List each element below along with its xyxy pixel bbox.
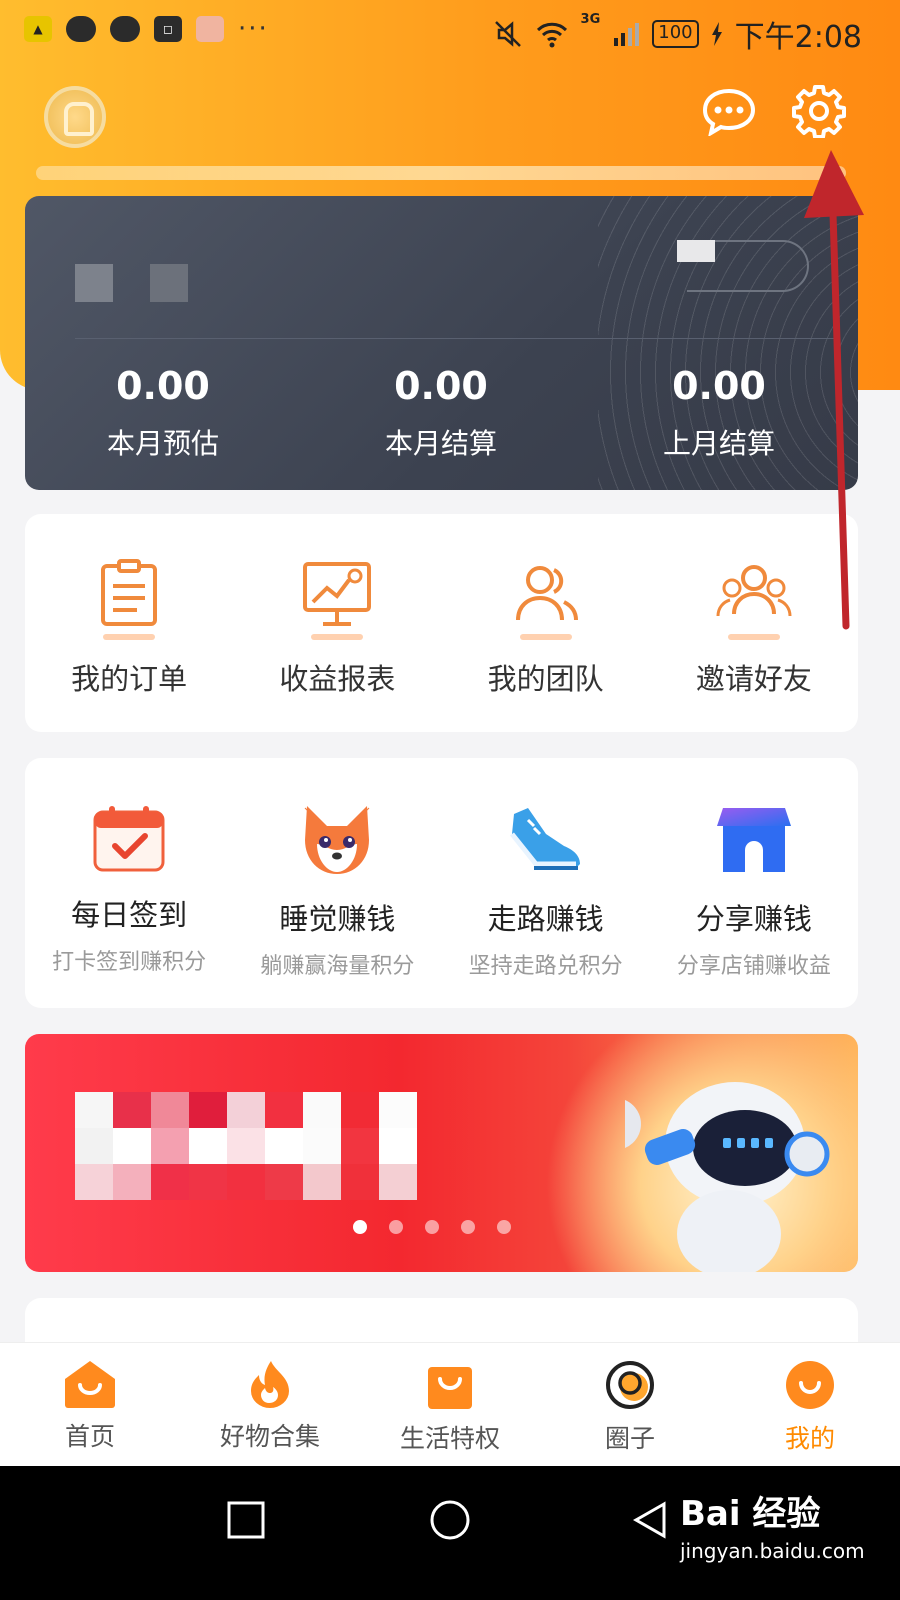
robot-mascot-image: [625, 1082, 830, 1272]
stat-monthly-estimate[interactable]: 0.00 本月预估: [63, 364, 263, 462]
pagination-dot[interactable]: [425, 1220, 439, 1234]
stat-value: 0.00: [116, 364, 210, 408]
shop-notification-icon: ◻: [154, 16, 182, 42]
blurred-banner-title: [75, 1092, 417, 1200]
stat-label: 本月预估: [106, 427, 219, 460]
bottom-tab-bar: 首页 好物合集 生活特权 圈子 我的: [0, 1342, 900, 1467]
more-notifications: ···: [238, 14, 269, 44]
earn-share[interactable]: 分享赚钱 分享店铺赚收益: [650, 758, 858, 1008]
home-icon[interactable]: [428, 1500, 472, 1544]
tab-collection[interactable]: 好物合集: [180, 1343, 360, 1467]
earn-walking[interactable]: 走路赚钱 坚持走路兑积分: [442, 758, 650, 1008]
stat-monthly-settled[interactable]: 0.00 本月结算: [341, 364, 541, 462]
tool-invite-friends[interactable]: 邀请好友: [650, 514, 858, 732]
earn-label: 走路赚钱: [487, 902, 604, 936]
pagination-dot[interactable]: [497, 1220, 511, 1234]
blurred-button-label: [677, 240, 715, 262]
tab-home[interactable]: 首页: [0, 1343, 180, 1467]
chat-notification-icon: [66, 16, 96, 42]
status-time: 下午2:08: [734, 20, 862, 55]
watermark-brand: Bai 经验: [680, 1494, 821, 1534]
earn-sleep[interactable]: 睡觉赚钱 躺赚赢海量积分: [233, 758, 441, 1008]
stat-last-month-settled[interactable]: 0.00 上月结算: [619, 364, 819, 462]
tool-label: 邀请好友: [695, 662, 812, 696]
stat-label: 上月结算: [662, 427, 775, 460]
shop-icon: [716, 808, 791, 872]
earn-daily-checkin[interactable]: 每日签到 打卡签到赚积分: [25, 758, 233, 1008]
earn-subtitle: 躺赚赢海量积分: [260, 954, 415, 979]
baidu-jingyan-watermark: Bai 经验 jingyan.baidu.com: [680, 1486, 865, 1563]
app-notification-icon: ▲: [24, 16, 52, 42]
header-divider: [36, 166, 846, 180]
status-bar: ▲ ◻ ··· 3G 100 下午2:08: [0, 0, 900, 62]
tab-life-privileges[interactable]: 生活特权: [360, 1343, 540, 1467]
banner-pagination: [353, 1220, 511, 1234]
signal-icon: [614, 23, 640, 46]
recent-apps-icon[interactable]: [226, 1500, 266, 1540]
earn-label: 分享赚钱: [695, 902, 812, 936]
pagination-dot[interactable]: [353, 1220, 367, 1234]
sneaker-icon: [509, 808, 580, 870]
pagination-dot[interactable]: [389, 1220, 403, 1234]
earn-subtitle: 坚持走路兑积分: [468, 954, 623, 979]
blurred-name: [75, 264, 113, 302]
order-list-icon: [101, 559, 158, 626]
gift-notification-icon: [196, 16, 224, 42]
flame-icon: [251, 1361, 289, 1408]
system-navigation-bar: Bai 经验 jingyan.baidu.com: [0, 1466, 900, 1600]
earn-subtitle: 打卡签到赚积分: [52, 950, 207, 975]
chat-bubble-icon[interactable]: [702, 88, 756, 136]
earn-label: 睡觉赚钱: [279, 902, 396, 936]
back-icon[interactable]: [630, 1500, 670, 1544]
tab-label: 好物合集: [219, 1422, 320, 1451]
user-avatar[interactable]: [44, 86, 106, 148]
stat-value: 0.00: [394, 364, 488, 408]
tool-my-team[interactable]: 我的团队: [442, 514, 650, 732]
profile-smile-icon: [786, 1361, 834, 1409]
gear-icon[interactable]: [792, 84, 846, 138]
team-icon: [515, 566, 578, 621]
battery-level: 100: [652, 20, 699, 48]
pagination-dot[interactable]: [461, 1220, 475, 1234]
tool-earnings-report[interactable]: 收益报表: [233, 514, 441, 732]
tab-mine[interactable]: 我的: [720, 1343, 900, 1467]
tab-circle[interactable]: 圈子: [540, 1343, 720, 1467]
circle-icon: [606, 1361, 654, 1409]
mute-icon: [494, 21, 521, 47]
earn-label: 每日签到: [71, 898, 188, 932]
tool-label: 我的订单: [71, 662, 188, 696]
tool-my-orders[interactable]: 我的订单: [25, 514, 233, 732]
charging-icon: [711, 22, 722, 46]
fox-icon: [305, 806, 370, 874]
tab-label: 我的: [784, 1424, 835, 1453]
tab-label: 首页: [64, 1422, 115, 1451]
tab-label: 生活特权: [399, 1424, 500, 1453]
promo-banner[interactable]: [25, 1034, 858, 1272]
blurred-name: [150, 264, 188, 302]
wifi-icon: [536, 22, 567, 48]
report-chart-icon: [303, 562, 372, 626]
network-type: 3G: [580, 12, 601, 27]
tab-label: 圈子: [604, 1424, 655, 1453]
stat-value: 0.00: [672, 364, 766, 408]
shopping-bag-icon: [428, 1367, 472, 1409]
calendar-check-icon: [93, 806, 165, 872]
tools-card: 我的订单 收益报表 我的团队 邀请好友: [25, 514, 858, 732]
tool-label: 收益报表: [279, 662, 396, 696]
earn-card: 每日签到 打卡签到赚积分 睡觉赚钱 躺赚赢海量积分 走路赚钱 坚持走路兑积分 分…: [25, 758, 858, 1008]
earn-subtitle: 分享店铺赚收益: [676, 954, 831, 979]
invite-friends-icon: [716, 565, 792, 617]
tool-label: 我的团队: [487, 662, 604, 696]
home-bag-icon: [65, 1361, 115, 1408]
watermark-url: jingyan.baidu.com: [680, 1539, 865, 1563]
wechat-notification-icon: [110, 16, 140, 42]
stat-label: 本月结算: [384, 427, 497, 460]
earnings-card: 0.00 本月预估 0.00 本月结算 0.00 上月结算: [25, 196, 858, 490]
